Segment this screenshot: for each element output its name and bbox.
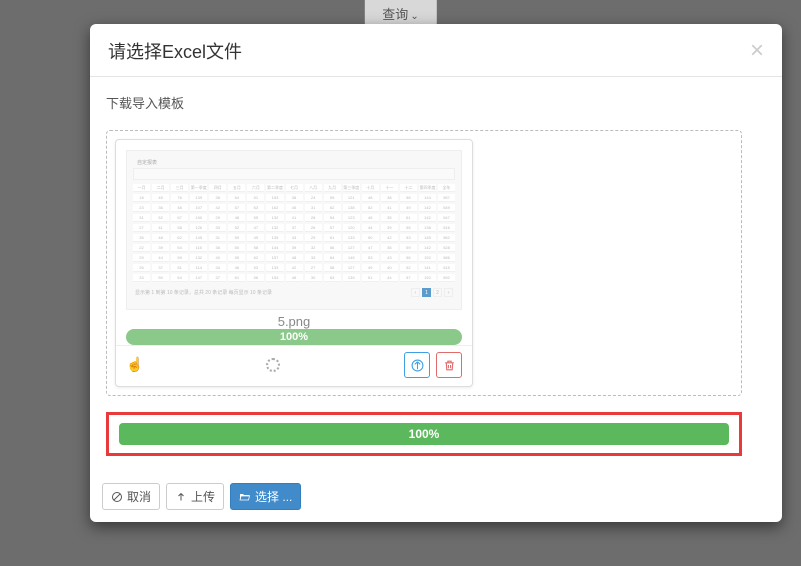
upload-arrow-icon bbox=[175, 491, 187, 503]
highlighted-progress-area: 100% bbox=[106, 412, 742, 456]
query-label: 查询 bbox=[382, 7, 408, 22]
modal-body: 下载导入模板 自定报表 一月二月三月第一季度四月五月六月第二季度七月八月九月第三… bbox=[90, 77, 782, 475]
spinner-icon bbox=[266, 358, 280, 372]
file-progress-bar: 100% bbox=[126, 329, 462, 345]
modal-dialog: 请选择Excel文件 × 下载导入模板 自定报表 一月二月三月第一季度四月五月六… bbox=[90, 24, 782, 522]
file-card: 自定报表 一月二月三月第一季度四月五月六月第二季度七月八月九月第三季度十月十一十… bbox=[115, 139, 473, 387]
trash-icon bbox=[443, 359, 456, 372]
upload-icon bbox=[411, 359, 424, 372]
cancel-icon bbox=[111, 491, 123, 503]
main-progress-bar: 100% bbox=[119, 423, 729, 445]
cancel-button[interactable]: 取消 bbox=[102, 483, 160, 510]
chevron-down-icon: ⌄ bbox=[410, 11, 418, 22]
dropzone[interactable]: 自定报表 一月二月三月第一季度四月五月六月第二季度七月八月九月第三季度十月十一十… bbox=[106, 130, 742, 396]
file-upload-button[interactable] bbox=[404, 352, 430, 378]
file-delete-button[interactable] bbox=[436, 352, 462, 378]
query-button[interactable]: 查询⌄ bbox=[364, 0, 436, 27]
file-name: 5.png bbox=[116, 312, 472, 329]
pointer-icon: ☝ bbox=[126, 357, 142, 373]
folder-open-icon bbox=[239, 491, 251, 503]
thumb-pagination: ‹12› bbox=[411, 288, 453, 297]
modal-footer: 取消 上传 选择 ... bbox=[90, 475, 782, 522]
file-card-actions: ☝ bbox=[116, 345, 472, 386]
download-template-link[interactable]: 下载导入模板 bbox=[106, 93, 184, 112]
modal-header: 请选择Excel文件 × bbox=[90, 24, 782, 77]
select-button[interactable]: 选择 ... bbox=[230, 483, 301, 510]
thumb-footer-text: 显示第 1 到第 10 条记录，总共 20 条记录 每页显示 10 条记录 bbox=[135, 289, 272, 296]
upload-button[interactable]: 上传 bbox=[166, 483, 224, 510]
modal-title: 请选择Excel文件 bbox=[108, 38, 242, 64]
thumb-title: 自定报表 bbox=[133, 157, 455, 168]
file-thumbnail: 自定报表 一月二月三月第一季度四月五月六月第二季度七月八月九月第三季度十月十一十… bbox=[126, 150, 462, 310]
close-icon[interactable]: × bbox=[750, 39, 764, 63]
